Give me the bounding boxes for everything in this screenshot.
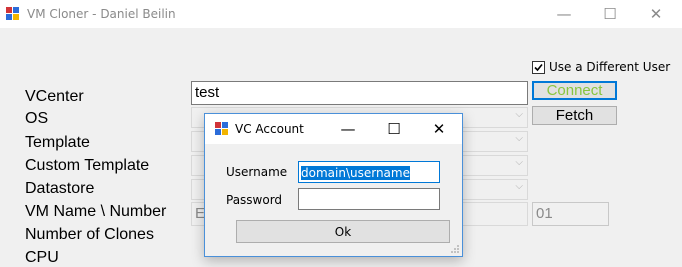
label-vcenter: VCenter	[25, 88, 84, 105]
label-datastore: Datastore	[25, 180, 95, 197]
vm-number-input[interactable]: 01	[532, 202, 609, 226]
fetch-button[interactable]: Fetch	[532, 106, 617, 125]
label-custom-template: Custom Template	[25, 157, 150, 174]
connect-button[interactable]: Connect	[532, 81, 617, 100]
dialog-maximize-button[interactable]: ☐	[371, 114, 417, 144]
password-label: Password	[226, 193, 283, 207]
chevron-down-icon: ⌵	[515, 157, 523, 168]
dialog-close-button[interactable]: ✕	[416, 114, 462, 144]
main-title-bar: VM Cloner - Daniel Beilin — ☐ ✕	[0, 0, 682, 28]
chevron-down-icon: ⌵	[515, 133, 523, 144]
window-title: VM Cloner - Daniel Beilin	[27, 7, 176, 21]
username-input[interactable]: domain\username	[298, 161, 440, 183]
label-vm-name-number: VM Name \ Number	[25, 203, 167, 220]
label-number-of-clones: Number of Clones	[25, 226, 154, 243]
app-icon	[215, 122, 228, 135]
dialog-title: VC Account	[235, 122, 304, 136]
password-input[interactable]	[298, 188, 440, 210]
close-button[interactable]: ✕	[633, 0, 679, 28]
ok-button[interactable]: Ok	[236, 220, 450, 243]
dialog-title-bar: VC Account — ☐ ✕	[205, 114, 462, 144]
username-selected-text: domain\username	[301, 166, 410, 180]
resize-grip-icon[interactable]	[450, 244, 460, 254]
label-os: OS	[25, 110, 49, 127]
dialog-minimize-button[interactable]: —	[325, 114, 371, 144]
vc-account-dialog: VC Account — ☐ ✕ Username domain\usernam…	[204, 113, 463, 257]
chevron-down-icon: ⌵	[515, 109, 523, 120]
app-icon	[6, 7, 19, 20]
maximize-button[interactable]: ☐	[587, 0, 633, 28]
use-different-user-label: Use a Different User	[549, 60, 671, 74]
use-different-user-checkbox[interactable]	[532, 61, 545, 74]
label-template: Template	[25, 134, 90, 151]
chevron-down-icon: ⌵	[515, 181, 523, 192]
checkmark-icon	[534, 63, 543, 72]
minimize-button[interactable]: —	[541, 0, 587, 28]
vcenter-input[interactable]: test	[191, 81, 528, 105]
username-label: Username	[226, 165, 288, 179]
label-cpu: CPU	[25, 249, 59, 266]
